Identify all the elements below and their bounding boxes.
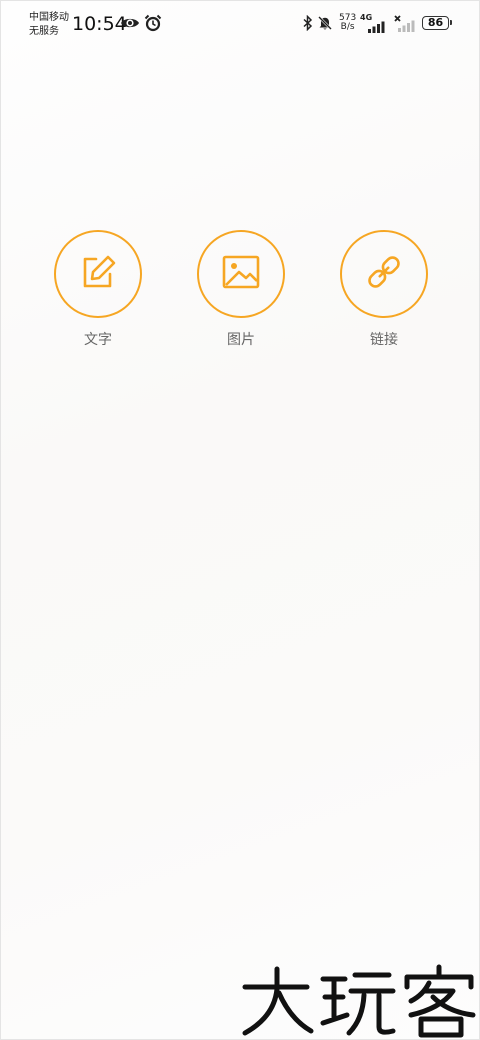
carrier-name: 中国移动 (29, 12, 69, 23)
battery-indicator: 86 (422, 16, 452, 30)
network-speed: 573 B/s (339, 14, 356, 32)
link-icon (364, 252, 404, 296)
eye-icon (120, 15, 140, 34)
link-share-button[interactable]: 链接 (338, 230, 430, 349)
edit-icon (79, 253, 117, 295)
mute-bell-icon (317, 15, 333, 35)
status-time: 10:54 (72, 13, 127, 35)
image-share-button[interactable]: 图片 (195, 230, 287, 349)
bluetooth-icon (302, 14, 314, 35)
text-share-circle[interactable] (54, 230, 142, 318)
no-signal-icon (394, 15, 418, 37)
link-share-label: 链接 (370, 332, 398, 348)
status-bar: 中国移动 无服务 10:54 573 B/s 4G 86 (1, 1, 480, 45)
image-share-label: 图片 (227, 332, 255, 348)
alarm-icon (144, 14, 162, 36)
link-share-circle[interactable] (340, 230, 428, 318)
carrier-info: 中国移动 无服务 (29, 11, 69, 39)
network-speed-unit: B/s (340, 22, 355, 32)
signal-icon (360, 18, 388, 37)
image-icon (221, 254, 261, 294)
watermark-logo (239, 961, 479, 1039)
text-share-button[interactable]: 文字 (52, 230, 144, 349)
text-share-label: 文字 (84, 332, 112, 348)
image-share-circle[interactable] (197, 230, 285, 318)
carrier-status: 无服务 (29, 26, 59, 37)
